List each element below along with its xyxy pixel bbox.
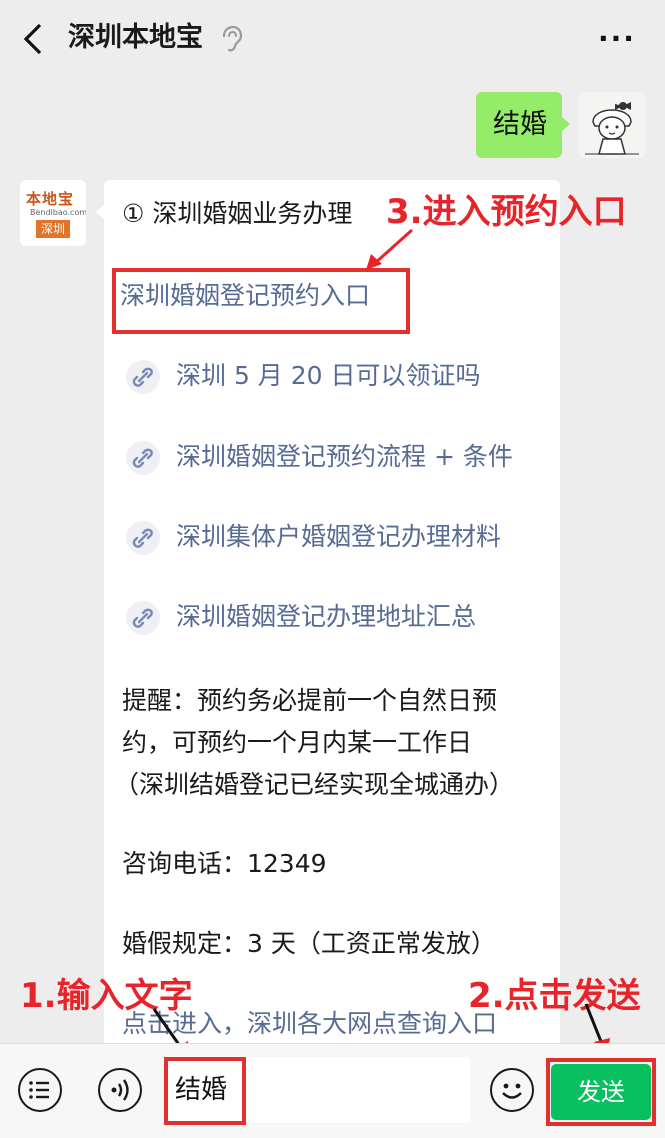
link-icon bbox=[126, 521, 160, 555]
bot-logo-tag: 深圳 bbox=[36, 220, 70, 238]
bot-logo-sub: Bendibao.com bbox=[30, 208, 86, 217]
voice-icon[interactable] bbox=[98, 1068, 142, 1112]
user-avatar[interactable] bbox=[579, 92, 645, 158]
highlight-box bbox=[112, 268, 410, 334]
ear-icon bbox=[222, 25, 243, 52]
phone-text: 咨询电话：12349 bbox=[122, 849, 327, 878]
cartoon-girl-avatar-icon bbox=[579, 92, 645, 158]
reminder-line: 约，可预约一个月内某一工作日 bbox=[122, 728, 473, 757]
highlight-box bbox=[546, 1058, 656, 1126]
arrow-icon bbox=[366, 228, 414, 270]
bot-logo-name: 本地宝 bbox=[26, 190, 75, 208]
emoji-icon[interactable] bbox=[490, 1068, 534, 1112]
link-text: 深圳 5 月 20 日可以领证吗 bbox=[176, 361, 481, 390]
annotation-step3: 3.进入预约入口 bbox=[386, 192, 627, 232]
link-icon bbox=[126, 441, 160, 475]
link-text: 深圳婚姻登记办理地址汇总 bbox=[176, 602, 477, 631]
chat-title: 深圳本地宝 bbox=[68, 22, 203, 53]
link-text: 深圳集体户婚姻登记办理材料 bbox=[176, 522, 502, 551]
highlight-box bbox=[164, 1057, 246, 1125]
input-bar: 结婚 发送 bbox=[0, 1043, 665, 1138]
more-options-button[interactable]: ··· bbox=[598, 25, 636, 53]
menu-list-icon[interactable] bbox=[18, 1068, 62, 1112]
bot-avatar[interactable]: 本地宝 Bendibao.com 深圳 bbox=[20, 180, 86, 246]
link-icon bbox=[126, 601, 160, 635]
sound-waves-icon bbox=[111, 1079, 129, 1101]
link-icon bbox=[126, 360, 160, 394]
smiley-face-icon bbox=[502, 1083, 522, 1099]
link-text: 深圳婚姻登记预约流程 + 条件 bbox=[176, 442, 513, 471]
message-heading: ① 深圳婚姻业务办理 bbox=[122, 199, 353, 228]
chevron-left-icon[interactable] bbox=[18, 22, 48, 56]
leave-policy-text: 婚假规定：3 天（工资正常发放） bbox=[122, 929, 496, 958]
reminder-line: 提醒：预约务必提前一个自然日预 bbox=[122, 686, 498, 715]
reminder-line: （深圳结婚登记已经实现全城通办） bbox=[114, 770, 515, 799]
user-message-text: 结婚 bbox=[493, 109, 547, 140]
menu-lines-icon bbox=[29, 1081, 49, 1099]
chat-header: 深圳本地宝 ··· bbox=[0, 0, 665, 78]
user-message-bubble: 结婚 bbox=[476, 92, 570, 158]
chat-area: 结婚 本地宝 Bendibao.com 深圳 ① 深圳婚姻业务办理 深圳婚姻登记… bbox=[0, 78, 665, 1043]
